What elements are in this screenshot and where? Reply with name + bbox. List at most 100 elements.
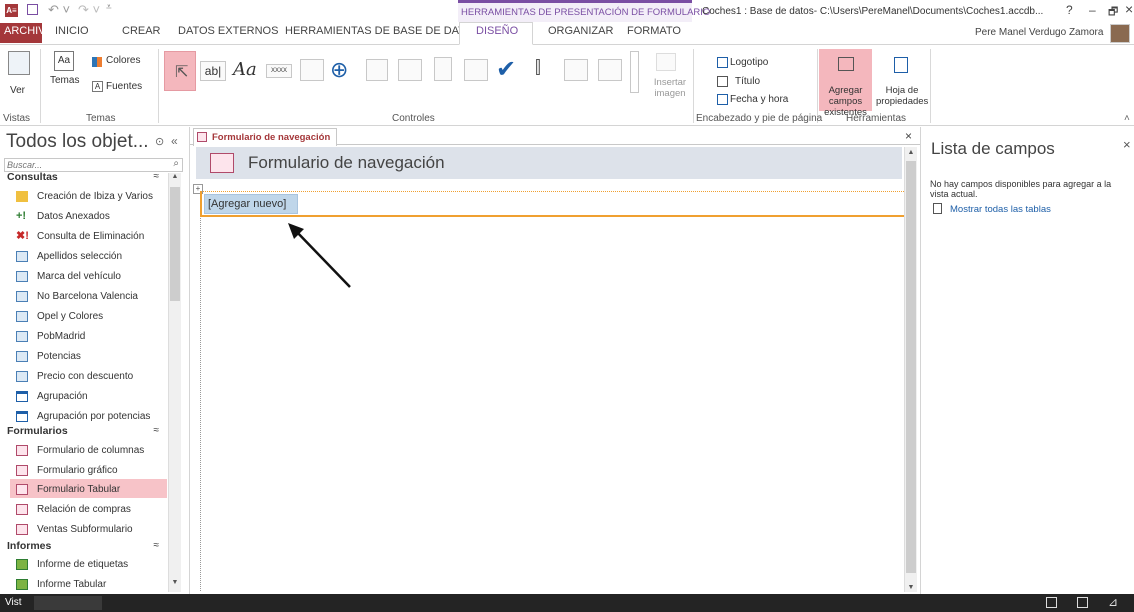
nav-search-input[interactable] [7,159,157,171]
tab-control-button[interactable] [300,59,324,81]
nav-item[interactable]: Relación de compras [16,499,166,519]
fecha-hora-button[interactable]: Fecha y hora [730,94,788,105]
avatar[interactable] [1110,24,1130,43]
nav-item-label: Creación de Ibiza y Varios [37,190,153,202]
scroll-up-icon[interactable]: ▲ [169,173,181,186]
insert-image-icon[interactable] [656,53,676,71]
form-view-icon[interactable] [1046,597,1057,608]
hoja-propiedades-button[interactable]: Hoja de propiedades [876,49,928,111]
nav-scroll-thumb[interactable] [170,187,180,301]
design-view-icon[interactable]: ⊿ [1108,595,1118,609]
arrow-annotation [288,223,351,288]
ver-button[interactable]: Ver [4,49,34,111]
checkbox-control-icon[interactable]: ✔ [496,55,516,84]
user-name[interactable]: Pere Manel Verdugo Zamora [975,27,1103,38]
titulo-button[interactable]: Título [735,76,760,87]
attachment-icon[interactable]: ⫿ [535,57,541,78]
doc-scrollbar[interactable]: ▲ ▼ [904,147,917,592]
doc-tab[interactable]: Formulario de navegación [193,128,337,146]
select-control-button[interactable]: ⇱ [164,51,196,91]
search-icon[interactable]: ⌕ [173,158,179,169]
nav-title[interactable]: Todos los objet... [6,131,149,153]
collapse-icon: ≈ [153,171,160,182]
form-title: Formulario de navegación [248,153,445,172]
redo-icon[interactable]: ↷ ˅ [78,2,100,18]
tab-datos-externos[interactable]: DATOS EXTERNOS [178,25,278,37]
button-control-button[interactable]: XXXX [266,64,292,78]
tab-formato[interactable]: FORMATO [627,25,681,37]
section-informes[interactable]: Informes ≈ [7,540,167,552]
pointer-icon: ⇱ [175,64,189,81]
nav-item[interactable]: No Barcelona Valencia [16,286,166,306]
taskbar-item[interactable] [34,596,102,610]
nav-item[interactable]: ✖! Consulta de Eliminación [16,226,166,246]
save-icon[interactable] [27,4,38,15]
nav-item[interactable]: Creación de Ibiza y Varios [16,186,166,206]
nav-item[interactable]: Agrupación [16,386,166,406]
close-button[interactable]: × [1125,1,1133,17]
scroll-down-icon[interactable]: ▼ [905,584,917,591]
show-all-tables-link[interactable]: Mostrar todas las tablas [950,204,1051,215]
tab-herramientas-bd[interactable]: HERRAMIENTAS DE BASE DE DATOS [285,25,481,37]
nav-item[interactable]: Agrupación por potencias [16,406,166,426]
image-control-button[interactable] [598,59,622,81]
minimize-button[interactable]: – [1089,3,1096,17]
nav-item[interactable]: Opel y Colores [16,306,166,326]
page-break-button[interactable] [464,59,488,81]
close-field-list-button[interactable]: × [1123,137,1131,152]
nav-item[interactable]: Informe de etiquetas [16,554,166,574]
colores-button[interactable]: Colores [106,55,140,66]
temas-button[interactable]: Aa Temas [44,49,82,111]
nav-item[interactable]: Formulario gráfico [16,460,166,480]
nav-item[interactable]: PobMadrid [16,326,166,346]
fuentes-button[interactable]: Fuentes [106,81,142,92]
nav-item-label: Datos Anexados [37,210,110,222]
nav-item[interactable]: Informe Tabular [16,574,166,594]
list-control-button[interactable] [564,59,588,81]
shutter-bar-icon[interactable]: « [171,134,178,148]
navigation-control[interactable] [200,191,906,217]
option-group-button[interactable] [434,57,452,81]
agregar-campos-button[interactable]: Agregar campos existentes [819,49,872,118]
nav-item[interactable]: Marca del vehículo [16,266,166,286]
nav-scrollbar[interactable]: ▲ ▼ [168,173,181,592]
tab-inicio[interactable]: INICIO [55,25,89,37]
nav-item[interactable]: +! Datos Anexados [16,206,166,226]
collapse-ribbon-icon[interactable]: ˄ [1124,113,1130,124]
scroll-down-icon[interactable]: ▼ [169,579,181,592]
section-formularios[interactable]: Formularios ≈ [7,425,167,437]
nav-menu-icon[interactable]: ⊙ [155,135,164,148]
restore-button[interactable]: 🗗 [1108,3,1118,22]
nav-item[interactable]: Potencias [16,346,166,366]
hyperlink-control-icon[interactable]: ⊕ [330,57,348,83]
controls-scroll[interactable] [630,51,639,93]
layout-view-icon[interactable] [1077,597,1088,608]
help-button[interactable]: ? [1066,3,1073,17]
nav-item[interactable]: Ventas Subformulario [16,519,166,539]
nav-item-label: PobMadrid [37,330,86,342]
textbox-control-button[interactable]: ab| [200,61,226,81]
undo-icon[interactable]: ↶ ˅ [48,2,70,18]
close-doc-button[interactable]: × [905,129,912,143]
field-list-pane: Lista de campos × No hay campos disponib… [920,127,1134,594]
nav-item[interactable]: Formulario de columnas [16,440,166,460]
fonts-icon: A [92,81,103,92]
doc-scroll-thumb[interactable] [906,161,916,573]
group-encabezado: Encabezado y pie de página [696,113,823,124]
navigation-control-button[interactable] [398,59,422,81]
web-browser-control-button[interactable] [366,59,388,81]
tab-organizar[interactable]: ORGANIZAR [548,25,613,37]
nav-item[interactable]: Apellidos selección [16,246,166,266]
insertar-imagen-button[interactable]: Insertar imagen [650,77,690,99]
section-consultas[interactable]: Consultas ≈ [7,171,167,183]
nav-search-box[interactable]: ⌕ [4,158,183,172]
nav-item[interactable]: Precio con descuento [16,366,166,386]
nav-item-selected[interactable]: Formulario Tabular [16,479,166,499]
add-new-tab[interactable]: [Agregar nuevo] [204,194,298,214]
customize-qat-icon[interactable]: ⩡ [106,2,112,13]
scroll-up-icon[interactable]: ▲ [905,149,917,156]
logotipo-button[interactable]: Logotipo [730,57,768,68]
tab-crear[interactable]: CREAR [122,25,161,37]
append-query-icon: +! [16,209,27,222]
label-control-button[interactable]: Aa [233,59,257,80]
